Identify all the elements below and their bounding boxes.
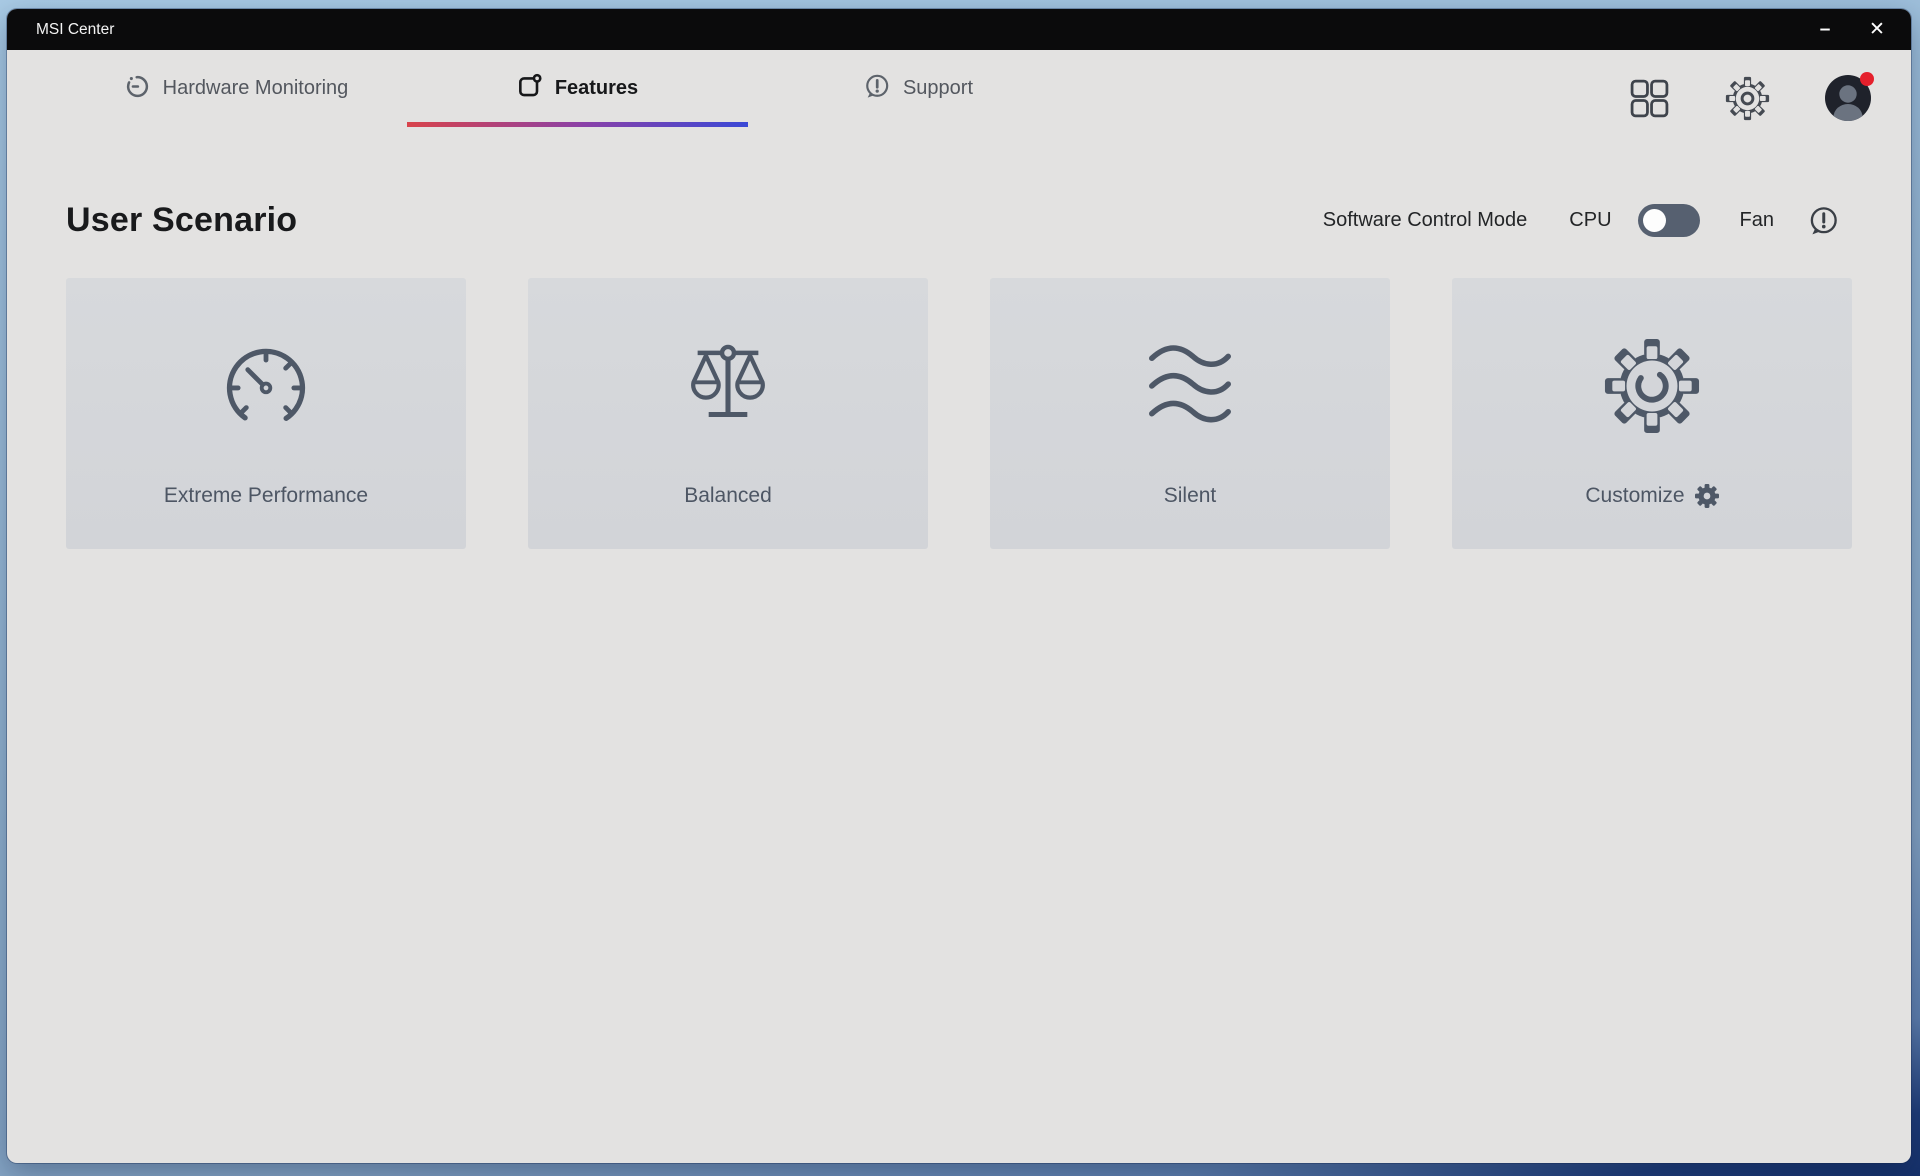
card-label: Balanced: [684, 484, 772, 508]
fan-option-label: Fan: [1740, 209, 1774, 232]
small-gear-icon: [1695, 484, 1719, 508]
tab-support[interactable]: Support: [748, 50, 1089, 127]
msi-center-window: MSI Center – ✕ Hardware Monitoring: [7, 9, 1911, 1163]
tab-label: Features: [555, 77, 638, 100]
software-control-mode-label: Software Control Mode: [1323, 209, 1528, 232]
support-bubble-icon: [864, 73, 890, 105]
cpu-fan-toggle[interactable]: [1638, 204, 1700, 237]
tab-label: Hardware Monitoring: [163, 77, 349, 100]
gear-outline-icon: [1603, 338, 1701, 434]
card-customize[interactable]: Customize: [1452, 278, 1852, 549]
info-bubble-icon[interactable]: [1808, 205, 1839, 236]
minimize-button[interactable]: –: [1799, 9, 1851, 50]
tab-label: Support: [903, 77, 973, 100]
header-actions: [1629, 75, 1871, 121]
balance-scale-icon: [682, 338, 774, 434]
user-scenario-cards: Extreme Performance: [66, 278, 1853, 549]
card-label: Silent: [1164, 484, 1217, 508]
apps-grid-icon[interactable]: [1629, 78, 1670, 119]
title-bar: MSI Center – ✕: [7, 9, 1911, 50]
waves-icon: [1142, 338, 1238, 434]
tab-hardware-monitoring[interactable]: Hardware Monitoring: [66, 50, 407, 127]
speedometer-icon: [217, 338, 315, 434]
features-icon: [517, 73, 542, 104]
window-title: MSI Center: [36, 21, 114, 39]
gauge-icon: [125, 73, 150, 104]
profile-avatar[interactable]: [1825, 75, 1871, 121]
card-label: Customize: [1585, 484, 1684, 508]
card-silent[interactable]: Silent: [990, 278, 1390, 549]
features-page: User Scenario Software Control Mode CPU …: [7, 201, 1911, 549]
tab-features[interactable]: Features: [407, 50, 748, 127]
cpu-option-label: CPU: [1569, 209, 1611, 232]
toggle-knob: [1643, 209, 1666, 232]
settings-gear-icon[interactable]: [1725, 76, 1770, 121]
card-label: Extreme Performance: [164, 484, 368, 508]
active-tab-underline: [407, 122, 748, 127]
card-extreme-performance[interactable]: Extreme Performance: [66, 278, 466, 549]
card-balanced[interactable]: Balanced: [528, 278, 928, 549]
page-title: User Scenario: [66, 201, 297, 240]
notification-dot: [1860, 72, 1874, 86]
software-control-mode-row: Software Control Mode CPU Fan: [1323, 204, 1839, 237]
close-button[interactable]: ✕: [1851, 9, 1903, 50]
